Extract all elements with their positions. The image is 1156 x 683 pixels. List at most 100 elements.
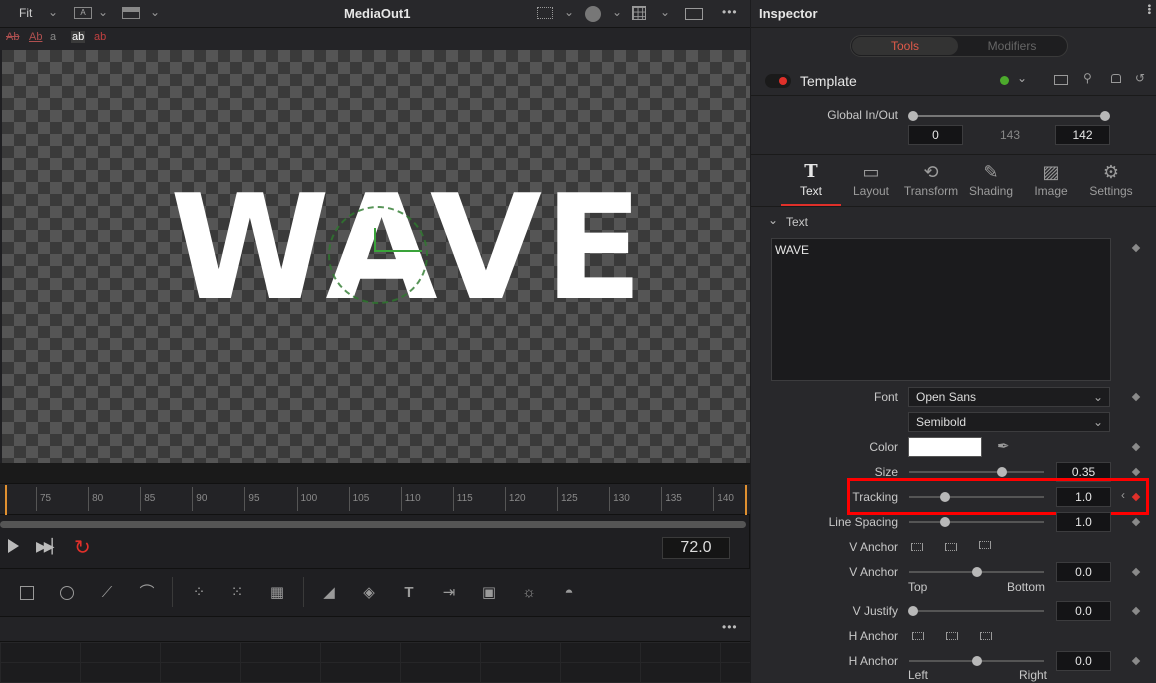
transform-gizmo[interactable] [328, 206, 428, 304]
bspline-mask-icon[interactable]: ⌒ [136, 582, 158, 604]
anchor-right-icon[interactable] [980, 632, 992, 640]
global-out-field[interactable]: 142 [1055, 125, 1110, 145]
keyframe-diamond[interactable] [1131, 656, 1141, 666]
chevron-down-icon[interactable]: ⌄ [98, 5, 108, 19]
particle-style-icon[interactable]: ▦ [266, 582, 288, 604]
particle-emitter-icon[interactable]: ⁘ [188, 582, 210, 604]
tab-modifiers[interactable]: Modifiers [959, 37, 1065, 55]
collapse-chevron-icon[interactable]: ⌄ [768, 213, 778, 227]
eyedropper-icon[interactable]: ✒ [997, 437, 1010, 455]
ellipse-mask-icon[interactable] [56, 582, 78, 604]
tracking-knob[interactable] [940, 492, 950, 502]
versions-icon[interactable] [1054, 75, 1068, 85]
text-char-icon[interactable]: a [50, 31, 56, 43]
tab-text[interactable]: T Text [781, 160, 841, 206]
keyframe-diamond[interactable] [1131, 606, 1141, 616]
v-anchor-field[interactable]: 0.0 [1056, 562, 1111, 582]
more-options-icon[interactable]: ••• [1143, 4, 1154, 15]
image-plane-3d-icon[interactable]: ◢ [318, 582, 340, 604]
text-outline-icon[interactable]: Ab [6, 31, 19, 43]
font-style-dropdown[interactable]: Semibold ⌄ [908, 412, 1110, 432]
anchor-left-icon[interactable] [912, 632, 924, 640]
grid-icon[interactable] [632, 6, 646, 20]
keyframe-diamond[interactable] [1131, 517, 1141, 527]
polygon-mask-icon[interactable]: ⟋ [96, 582, 118, 604]
previous-keyframe-icon[interactable]: ‹ [1121, 488, 1125, 502]
fit-dropdown[interactable]: Fit [19, 6, 32, 20]
tab-settings[interactable]: ⚙ Settings [1081, 160, 1141, 206]
tab-transform[interactable]: ⟲ Transform [901, 160, 961, 206]
display-mode-icon[interactable] [122, 7, 140, 19]
play-icon[interactable] [8, 539, 19, 553]
keyframe-diamond[interactable] [1131, 243, 1141, 253]
viewer-canvas[interactable]: WAVE [2, 50, 750, 463]
anchor-bottom-icon[interactable] [979, 541, 991, 549]
styled-text-editor[interactable]: WAVE [771, 238, 1111, 381]
chevron-down-icon[interactable]: ⌄ [48, 5, 58, 19]
gizmo-axis-y[interactable] [374, 228, 376, 252]
color-swatch[interactable] [908, 437, 982, 457]
shape-3d-icon[interactable]: ◈ [358, 582, 380, 604]
line-spacing-field[interactable]: 1.0 [1056, 512, 1111, 532]
loop-icon[interactable]: ↻ [74, 535, 91, 560]
keyframe-diamond[interactable] [1131, 567, 1141, 577]
reset-icon[interactable]: ↺ [1135, 71, 1145, 85]
particle-render-icon[interactable]: ⁙ [226, 582, 248, 604]
tab-layout[interactable]: ▭ Layout [841, 160, 901, 206]
chevron-down-icon[interactable]: ⌄ [660, 5, 670, 19]
text-kerning-icon[interactable]: ab [71, 31, 86, 43]
text-3d-icon[interactable]: T [398, 582, 420, 604]
current-frame-field[interactable]: 72.0 [662, 537, 730, 559]
renderer-3d-icon[interactable]: ◓ [558, 582, 580, 604]
more-options-icon[interactable]: ••• [722, 620, 738, 634]
font-family-dropdown[interactable]: Open Sans ⌄ [908, 387, 1110, 407]
keyframe-diamond[interactable] [1131, 467, 1141, 477]
v-justify-field[interactable]: 0.0 [1056, 601, 1111, 621]
roi-icon[interactable] [537, 7, 553, 19]
skip-to-end-icon[interactable]: ▶▶▏ [36, 538, 62, 555]
tracking-field[interactable]: 1.0 [1056, 487, 1111, 507]
gizmo-axis-x[interactable] [374, 250, 422, 252]
alpha-view-icon[interactable]: A [74, 7, 92, 19]
node-toggle-switch[interactable] [765, 74, 791, 88]
global-in-handle[interactable] [908, 111, 918, 121]
line-spacing-knob[interactable] [940, 517, 950, 527]
section-title-text[interactable]: Text [786, 215, 808, 229]
chevron-down-icon[interactable]: ⌄ [564, 5, 574, 19]
global-out-handle[interactable] [1100, 111, 1110, 121]
rectangle-mask-icon[interactable] [16, 582, 38, 604]
global-inout-range[interactable] [913, 115, 1105, 117]
text-kerning-red-icon[interactable]: ab [94, 31, 106, 43]
node-enabled-dot[interactable] [779, 77, 787, 85]
chevron-down-icon[interactable]: ⌄ [1017, 71, 1027, 85]
keyframe-diamond[interactable] [1131, 392, 1141, 402]
chevron-down-icon[interactable]: ⌄ [612, 5, 622, 19]
anchor-top-icon[interactable] [911, 543, 923, 551]
tab-tools[interactable]: Tools [852, 37, 958, 55]
h-anchor-field[interactable]: 0.0 [1056, 651, 1111, 671]
lock-icon[interactable] [1111, 74, 1121, 83]
out-marker[interactable] [745, 485, 747, 515]
node-editor[interactable] [0, 642, 750, 683]
chevron-down-icon[interactable]: ⌄ [150, 5, 160, 19]
size-slider[interactable] [909, 471, 1044, 473]
single-view-icon[interactable] [685, 8, 703, 20]
global-in-field[interactable]: 0 [908, 125, 963, 145]
line-spacing-slider[interactable] [909, 521, 1044, 523]
v-justify-slider[interactable] [909, 610, 1044, 612]
pin-icon[interactable]: ⚲ [1083, 71, 1092, 85]
size-knob[interactable] [997, 467, 1007, 477]
anchor-center-icon[interactable] [945, 543, 957, 551]
tab-image[interactable]: ▨ Image [1021, 160, 1081, 206]
timeline-scrollbar[interactable] [0, 521, 746, 528]
v-justify-knob[interactable] [908, 606, 918, 616]
keyframe-diamond[interactable] [1131, 442, 1141, 452]
color-channels-icon[interactable] [585, 6, 601, 22]
timeline-ruler[interactable]: 75 80 85 90 95 100 105 110 115 120 125 130 135 140 [0, 483, 750, 515]
node-color-dot[interactable] [1000, 76, 1009, 85]
spotlight-3d-icon[interactable]: ☼ [518, 582, 540, 604]
text-underline-icon[interactable]: Ab [29, 31, 42, 43]
v-anchor-knob[interactable] [972, 567, 982, 577]
tracking-slider[interactable] [909, 496, 1044, 498]
in-marker[interactable] [5, 485, 7, 515]
